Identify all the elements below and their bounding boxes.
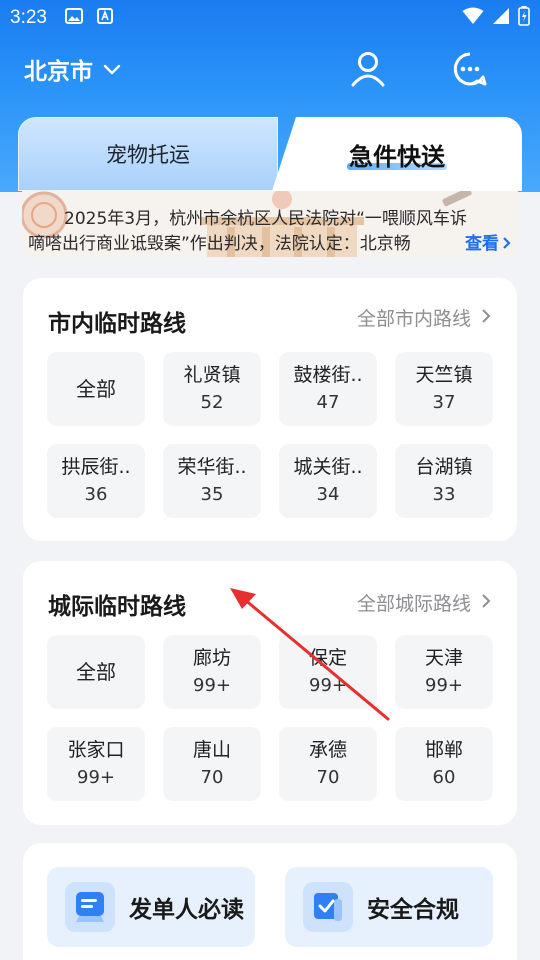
checkbox-icon [303, 882, 353, 932]
route-name: 邯郸 [424, 739, 463, 761]
chevron-right-icon [481, 307, 491, 329]
safety-compliance-label: 安全合规 [367, 897, 459, 923]
route-chip[interactable]: 鼓楼街.. 47 [279, 352, 377, 426]
route-name: 鼓楼街.. [293, 364, 363, 386]
city-name: 北京市 [24, 59, 93, 85]
route-chip[interactable]: 礼贤镇 52 [163, 352, 261, 426]
route-count: 99+ [425, 675, 463, 696]
battery-icon [518, 6, 530, 30]
notice-more-label: 查看 [465, 234, 499, 254]
route-name: 礼贤镇 [183, 364, 241, 386]
route-count: 99+ [193, 675, 231, 696]
all-city-routes-label: 全部市内路线 [356, 308, 471, 330]
notice-text-line2: 嘀嗒出行商业诋毁案”作出判决，法院认定：北京畅 [28, 234, 411, 254]
route-chip[interactable]: 天津 99+ [395, 635, 493, 709]
route-name: 保定 [308, 647, 347, 669]
route-chip[interactable]: 全部 [47, 352, 145, 426]
intercity-routes-card: 城际临时路线 全部城际路线 全部 廊坊 99+ 保定 99+ 天津 99+ 张家口 99+ 唐山 7… [23, 561, 517, 825]
route-name: 张家口 [67, 739, 125, 761]
tab-label-text: 急件快送 [349, 142, 445, 171]
route-count: 99+ [77, 767, 115, 788]
chevron-down-icon [103, 56, 121, 82]
city-selector[interactable]: 北京市 [24, 52, 121, 86]
route-name: 城关街.. [293, 456, 363, 478]
route-count: 60 [432, 767, 456, 788]
route-chip[interactable]: 张家口 99+ [47, 727, 145, 801]
route-chip[interactable]: 承德 70 [279, 727, 377, 801]
app-header: 北京市 [0, 44, 540, 94]
route-chip[interactable]: 廊坊 99+ [163, 635, 261, 709]
route-count: 37 [432, 392, 456, 413]
route-name: 全部 [76, 377, 116, 401]
route-name: 全部 [76, 660, 116, 684]
route-count: 70 [200, 767, 224, 788]
route-chip[interactable]: 天竺镇 37 [395, 352, 493, 426]
route-count: 34 [316, 484, 340, 505]
wifi-icon [462, 7, 484, 29]
sender-must-read-button[interactable]: 发单人必读 [47, 867, 255, 947]
route-chip[interactable]: 台湖镇 33 [395, 444, 493, 518]
route-count: 36 [84, 484, 108, 505]
tab-pet-shipping-label: 宠物托运 [106, 143, 190, 167]
chat-icon[interactable] [440, 44, 500, 94]
route-name: 唐山 [192, 739, 231, 761]
route-name: 荣华街.. [177, 456, 247, 478]
notice-view-more-link[interactable]: 查看 [461, 229, 512, 254]
safety-compliance-button[interactable]: 安全合规 [285, 867, 493, 947]
tab-urgent-delivery-label: 急件快送 [347, 137, 447, 172]
route-count: 47 [316, 392, 340, 413]
signal-icon [492, 7, 510, 29]
status-time: 3:23 [10, 7, 47, 28]
route-chip[interactable]: 邯郸 60 [395, 727, 493, 801]
route-chip[interactable]: 城关街.. 34 [279, 444, 377, 518]
user-icon[interactable] [338, 44, 398, 94]
city-routes-title: 市内临时路线 [48, 311, 186, 337]
route-count: 52 [200, 392, 224, 413]
intercity-routes-title: 城际临时路线 [48, 594, 186, 620]
service-tabs: 宠物托运 急件快送 [18, 117, 522, 191]
route-count: 70 [316, 767, 340, 788]
chevron-right-icon [503, 237, 511, 249]
route-name: 台湖镇 [415, 456, 473, 478]
route-count: 33 [432, 484, 456, 505]
tab-pet-shipping[interactable]: 宠物托运 [18, 117, 278, 191]
route-chip[interactable]: 保定 99+ [279, 635, 377, 709]
route-count: 35 [200, 484, 224, 505]
all-intercity-routes-link[interactable]: 全部城际路线 [357, 589, 491, 616]
route-name: 天竺镇 [415, 364, 473, 386]
all-city-routes-link[interactable]: 全部市内路线 [357, 304, 491, 331]
notice-banner[interactable]: 2025年3月，杭州市余杭区人民法院对“一喂顺风车诉 嘀嗒出行商业诋毁案”作出判… [22, 191, 518, 257]
a-app-icon [96, 8, 113, 28]
route-name: 拱辰街.. [61, 456, 131, 478]
all-intercity-routes-label: 全部城际路线 [356, 593, 471, 615]
route-count: 99+ [309, 675, 347, 696]
notice-text-line1: 2025年3月，杭州市余杭区人民法院对“一喂顺风车诉 [64, 209, 467, 229]
tab-urgent-delivery[interactable]: 急件快送 [272, 117, 522, 191]
sender-must-read-label: 发单人必读 [129, 897, 244, 923]
image-icon [64, 8, 83, 28]
guide-card: 发单人必读 安全合规 [23, 843, 517, 960]
route-chip[interactable]: 拱辰街.. 36 [47, 444, 145, 518]
route-chip[interactable]: 唐山 70 [163, 727, 261, 801]
chevron-right-icon [481, 592, 491, 614]
route-name: 承德 [308, 739, 347, 761]
status-bar: 3:23 [0, 0, 540, 36]
route-chip[interactable]: 全部 [47, 635, 145, 709]
route-name: 天津 [424, 647, 463, 669]
route-chip[interactable]: 荣华街.. 35 [163, 444, 261, 518]
city-routes-card: 市内临时路线 全部市内路线 全部 礼贤镇 52 鼓楼街.. 47 天竺镇 37 拱辰街.. 36… [23, 278, 517, 541]
route-name: 廊坊 [192, 647, 231, 669]
document-icon [65, 882, 115, 932]
